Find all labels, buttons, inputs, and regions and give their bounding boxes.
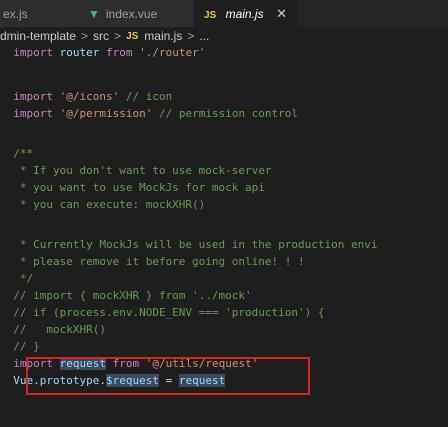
code-line[interactable]: // import { mockXHR } from '../mock'	[0, 287, 251, 304]
code-line[interactable]: * you can execute: mockXHR()	[0, 196, 205, 213]
code-line[interactable]: import router from './router'	[0, 44, 205, 61]
js-file-icon: JS	[204, 9, 217, 21]
tab-label: index.vue	[105, 6, 158, 21]
code-line[interactable]: * Currently MockJs will be used in the p…	[0, 236, 378, 253]
tab-main-js[interactable]: JS main.js ✕	[194, 0, 298, 27]
code-line[interactable]: */	[0, 270, 33, 287]
breadcrumb-item-file[interactable]: main.js	[144, 29, 182, 43]
code-line[interactable]: * please remove it before going online! …	[0, 253, 305, 270]
editor-bottom	[0, 414, 448, 427]
code-line[interactable]: Vue.prototype.$request = request	[0, 372, 226, 389]
breadcrumb-item-more[interactable]: ...	[199, 29, 209, 43]
code-line[interactable]: * you want to use MockJs for mock api	[0, 179, 265, 196]
tab-index-vue[interactable]: ▼ index.vue	[78, 0, 194, 27]
vue-file-icon: ▼	[88, 6, 100, 21]
breadcrumb-item-src[interactable]: src	[93, 29, 109, 43]
tab-label: main.js	[225, 6, 264, 21]
close-icon[interactable]: ✕	[276, 6, 287, 22]
editor-tab-bar: ex.js ▼ index.vue JS main.js ✕	[0, 0, 448, 27]
code-line[interactable]: // if (process.env.NODE_ENV === 'product…	[0, 304, 324, 321]
code-line[interactable]: /**	[0, 145, 33, 162]
code-line[interactable]: // mockXHR()	[0, 321, 106, 338]
code-line[interactable]: // }	[0, 338, 40, 355]
tab-ex-js[interactable]: ex.js	[0, 0, 78, 27]
breadcrumb-separator: >	[81, 29, 89, 43]
breadcrumb-item-root[interactable]: dmin-template	[0, 29, 76, 43]
js-file-icon: JS	[126, 30, 139, 42]
code-line[interactable]: import '@/permission' // permission cont…	[0, 105, 298, 122]
breadcrumb-separator: >	[114, 29, 122, 43]
code-line[interactable]: import '@/icons' // icon	[0, 88, 172, 105]
breadcrumb-separator: >	[187, 29, 195, 43]
breadcrumb: dmin-template > src > JS main.js > ...	[0, 27, 448, 45]
code-line[interactable]: * If you don't want to use mock-server	[0, 162, 272, 179]
code-line[interactable]: import request from '@/utils/request'	[0, 355, 258, 372]
tab-label: ex.js	[3, 6, 28, 21]
